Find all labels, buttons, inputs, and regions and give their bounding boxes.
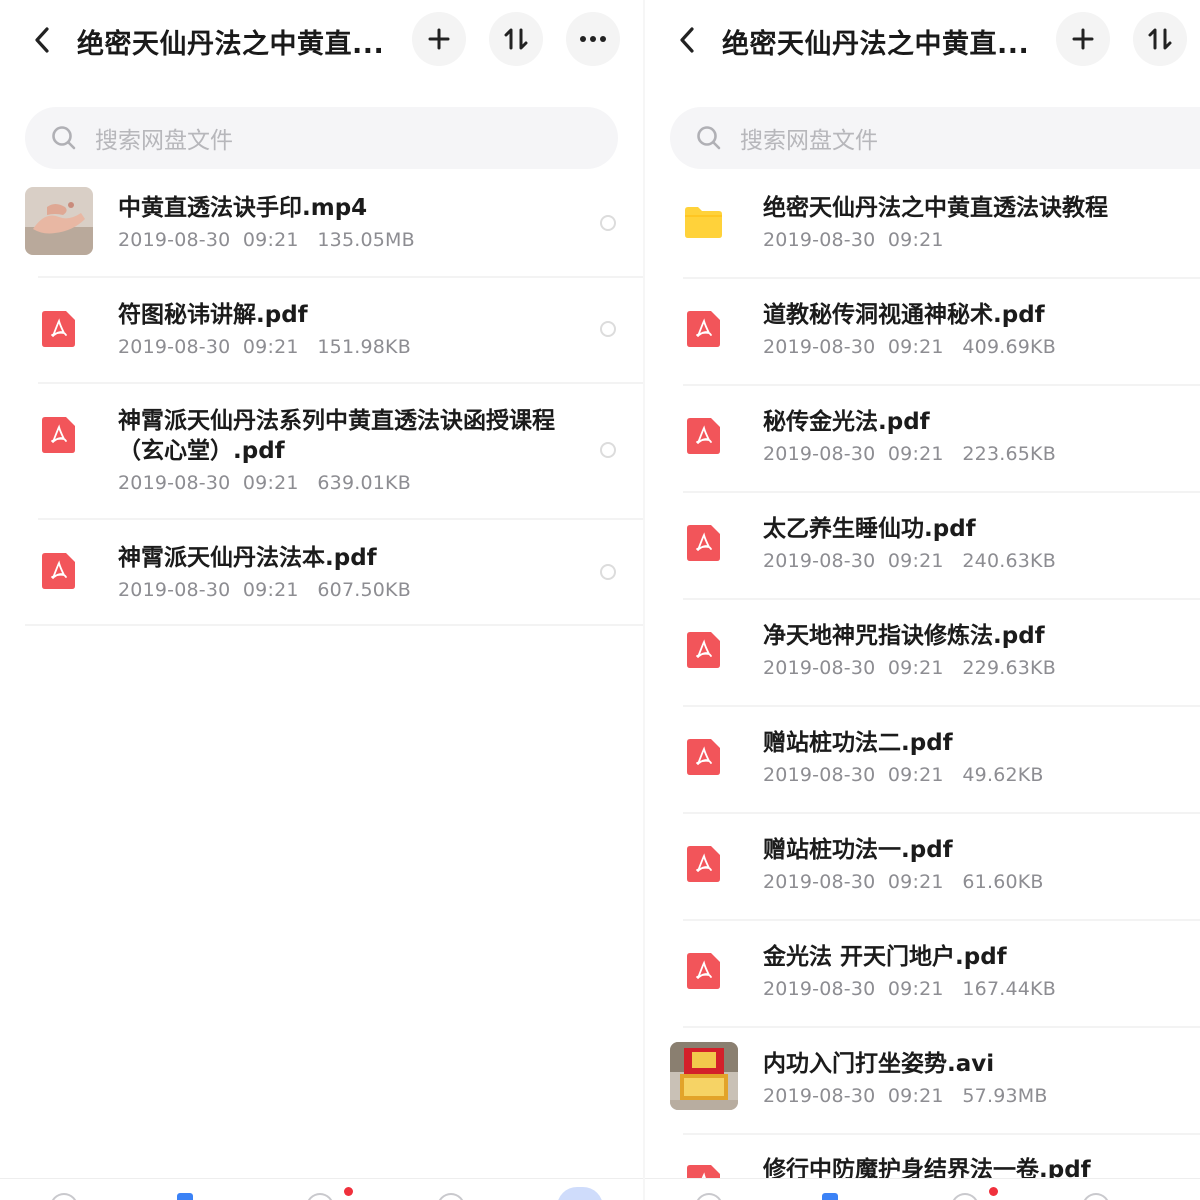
file-row[interactable]: 净天地神咒指诀修炼法.pdf 2019-08-30 09:21 229.63KB (645, 600, 1200, 707)
file-meta: 2019-08-30 09:21 151.98KB (118, 336, 411, 358)
file-name: 神霄派天仙丹法法本.pdf (118, 545, 377, 571)
file-row[interactable]: 神霄派天仙丹法法本.pdf 2019-08-30 09:21 607.50KB (0, 520, 645, 626)
sort-arrows-icon (1148, 28, 1172, 50)
bottom-tab-bar (0, 1178, 645, 1200)
tab-share[interactable] (951, 1193, 979, 1200)
file-name: 中黄直透法诀手印.mp4 (118, 195, 368, 221)
pdf-icon (687, 311, 720, 347)
left-panel: 绝密天仙丹法之中黄直... 搜索网盘文件 中黄直透法诀手印.mp4 2019-0… (0, 0, 645, 1200)
file-meta: 2019-08-30 09:21 167.44KB (763, 978, 1056, 1000)
pdf-icon (42, 553, 75, 589)
file-name: 太乙养生睡仙功.pdf (763, 516, 976, 542)
select-checkbox[interactable] (600, 564, 616, 580)
right-panel: 绝密天仙丹法之中黄直... 搜索网盘文件 绝密天仙丹法之中黄直透法诀教程 201… (645, 0, 1200, 1200)
file-name: 赠站桩功法二.pdf (763, 730, 953, 756)
tab-files[interactable] (822, 1193, 838, 1200)
add-button[interactable] (412, 12, 466, 66)
tab-discover[interactable] (1082, 1193, 1110, 1200)
file-meta: 2019-08-30 09:21 639.01KB (118, 472, 411, 494)
more-dots-icon (580, 36, 606, 42)
select-checkbox[interactable] (600, 442, 616, 458)
file-meta: 2019-08-30 09:21 57.93MB (763, 1085, 1048, 1107)
tab-discover[interactable] (437, 1193, 465, 1200)
file-name: 赠站桩功法一.pdf (763, 837, 953, 863)
back-button[interactable] (667, 18, 707, 62)
pdf-icon (42, 417, 75, 453)
search-placeholder: 搜索网盘文件 (740, 128, 878, 154)
select-checkbox[interactable] (600, 321, 616, 337)
plus-icon (1072, 28, 1094, 50)
file-meta: 2019-08-30 09:21 607.50KB (118, 579, 411, 601)
file-row[interactable]: 太乙养生睡仙功.pdf 2019-08-30 09:21 240.63KB (645, 493, 1200, 600)
file-row[interactable]: 赠站桩功法二.pdf 2019-08-30 09:21 49.62KB (645, 707, 1200, 814)
header: 绝密天仙丹法之中黄直... (645, 0, 1200, 82)
file-meta: 2019-08-30 09:21 409.69KB (763, 336, 1056, 358)
search-icon (697, 126, 721, 150)
file-meta: 2019-08-30 09:21 61.60KB (763, 871, 1044, 893)
sort-arrows-icon (504, 28, 528, 50)
file-name: 绝密天仙丹法之中黄直透法诀教程 (763, 195, 1108, 221)
tab-home[interactable] (50, 1193, 78, 1200)
file-meta: 2019-08-30 09:21 229.63KB (763, 657, 1056, 679)
pdf-icon (687, 739, 720, 775)
more-button[interactable] (566, 12, 620, 66)
pdf-icon (687, 418, 720, 454)
pdf-icon (687, 953, 720, 989)
page-title: 绝密天仙丹法之中黄直... (722, 29, 1030, 60)
video-thumbnail (670, 1042, 738, 1110)
header: 绝密天仙丹法之中黄直... (0, 0, 645, 82)
file-meta: 2019-08-30 09:21 49.62KB (763, 764, 1044, 786)
file-row[interactable]: 神霄派天仙丹法系列中黄直透法诀函授课程（玄心堂）.pdf 2019-08-30 … (0, 384, 645, 520)
file-row[interactable]: 内功入门打坐姿势.avi 2019-08-30 09:21 57.93MB (645, 1028, 1200, 1135)
tab-share[interactable] (306, 1193, 334, 1200)
file-meta: 2019-08-30 09:21 (763, 229, 944, 251)
file-row[interactable]: 金光法 开天门地户.pdf 2019-08-30 09:21 167.44KB (645, 921, 1200, 1028)
search-icon (52, 126, 76, 150)
divider (25, 624, 645, 626)
file-row[interactable]: 中黄直透法诀手印.mp4 2019-08-30 09:21 135.05MB (0, 172, 645, 278)
file-name: 符图秘讳讲解.pdf (118, 302, 308, 328)
file-meta: 2019-08-30 09:21 135.05MB (118, 229, 415, 251)
file-row[interactable]: 符图秘讳讲解.pdf 2019-08-30 09:21 151.98KB (0, 278, 645, 384)
bottom-tab-bar (645, 1178, 1200, 1200)
file-name: 净天地神咒指诀修炼法.pdf (763, 623, 1045, 649)
file-meta: 2019-08-30 09:21 223.65KB (763, 443, 1056, 465)
notification-badge (344, 1187, 353, 1196)
chevron-left-icon (680, 27, 694, 53)
file-row[interactable]: 道教秘传洞视通神秘术.pdf 2019-08-30 09:21 409.69KB (645, 279, 1200, 386)
search-placeholder: 搜索网盘文件 (95, 128, 233, 154)
chevron-left-icon (35, 27, 49, 53)
file-name: 金光法 开天门地户.pdf (763, 944, 1007, 970)
file-name: 秘传金光法.pdf (763, 409, 930, 435)
folder-icon (685, 207, 722, 238)
file-row[interactable]: 赠站桩功法一.pdf 2019-08-30 09:21 61.60KB (645, 814, 1200, 921)
pdf-icon (42, 311, 75, 347)
pdf-icon (687, 525, 720, 561)
page-title: 绝密天仙丹法之中黄直... (77, 29, 385, 60)
tab-home[interactable] (695, 1193, 723, 1200)
tab-center-action[interactable] (557, 1187, 603, 1200)
sort-button[interactable] (1133, 12, 1187, 66)
search-input[interactable]: 搜索网盘文件 (670, 107, 1200, 169)
file-name: 道教秘传洞视通神秘术.pdf (763, 302, 1045, 328)
plus-icon (428, 28, 450, 50)
file-name: 神霄派天仙丹法系列中黄直透法诀函授课程（玄心堂）.pdf (118, 408, 555, 464)
pdf-icon (687, 846, 720, 882)
file-row[interactable]: 秘传金光法.pdf 2019-08-30 09:21 223.65KB (645, 386, 1200, 493)
folder-row[interactable]: 绝密天仙丹法之中黄直透法诀教程 2019-08-30 09:21 (645, 172, 1200, 279)
back-button[interactable] (22, 18, 62, 62)
notification-badge (989, 1187, 998, 1196)
file-name: 内功入门打坐姿势.avi (763, 1051, 995, 1077)
video-thumbnail (25, 187, 93, 255)
select-checkbox[interactable] (600, 215, 616, 231)
sort-button[interactable] (489, 12, 543, 66)
file-meta: 2019-08-30 09:21 240.63KB (763, 550, 1056, 572)
add-button[interactable] (1056, 12, 1110, 66)
search-input[interactable]: 搜索网盘文件 (25, 107, 618, 169)
pdf-icon (687, 632, 720, 668)
tab-files[interactable] (177, 1193, 193, 1200)
